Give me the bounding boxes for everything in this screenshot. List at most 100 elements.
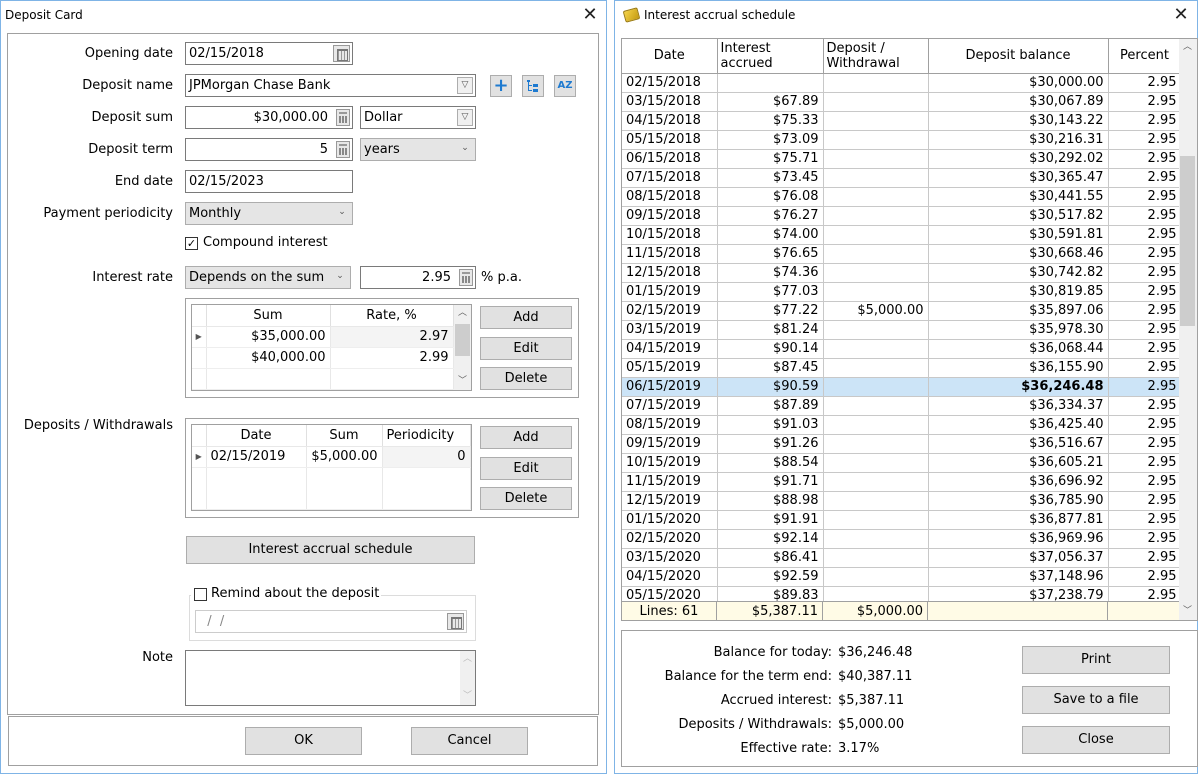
deposit-term-input[interactable]: 5 bbox=[185, 138, 353, 161]
currency-select[interactable]: Dollar ▽ bbox=[360, 106, 476, 129]
date-cell[interactable]: 03/15/2020 bbox=[622, 548, 718, 568]
interest-cell[interactable]: $74.00 bbox=[717, 225, 824, 245]
percent-cell[interactable]: 2.95 bbox=[1108, 206, 1182, 226]
cancel-button[interactable]: Cancel bbox=[411, 727, 528, 755]
date-cell[interactable]: 06/15/2019 bbox=[622, 377, 718, 397]
table-row[interactable]: 02/15/2018 $30,000.00 2.95 bbox=[622, 73, 1182, 93]
note-scrollbar[interactable]: ︿ ﹀ bbox=[460, 651, 475, 705]
calculator-icon[interactable] bbox=[336, 109, 350, 126]
interest-cell[interactable]: $75.33 bbox=[717, 111, 824, 131]
add-deposit-name-button[interactable]: + bbox=[490, 75, 512, 97]
table-row[interactable]: 03/15/2020 $86.41 $37,056.37 2.95 bbox=[622, 548, 1182, 568]
interest-cell[interactable] bbox=[717, 73, 824, 93]
date-cell[interactable]: 08/15/2019 bbox=[622, 415, 718, 435]
schedule-scrollbar[interactable]: ︿ ﹀ bbox=[1179, 39, 1197, 620]
dw-sum-cell[interactable]: $5,000.00 bbox=[306, 446, 383, 468]
percent-cell[interactable]: 2.95 bbox=[1108, 282, 1182, 302]
table-row[interactable]: $40,000.00 2.99 bbox=[192, 347, 454, 369]
balance-cell[interactable]: $36,696.92 bbox=[928, 472, 1109, 492]
print-button[interactable]: Print bbox=[1022, 646, 1170, 674]
rate-sum-cell[interactable]: $35,000.00 bbox=[206, 326, 331, 348]
interest-cell[interactable]: $81.24 bbox=[717, 320, 824, 340]
deposit-withdrawal-cell[interactable] bbox=[823, 168, 929, 188]
table-row[interactable]: ▶ $35,000.00 2.97 bbox=[192, 326, 454, 348]
scroll-down-icon[interactable]: ﹀ bbox=[460, 688, 475, 705]
percent-cell[interactable]: 2.95 bbox=[1108, 149, 1182, 169]
interest-cell[interactable]: $91.71 bbox=[717, 472, 824, 492]
deposit-withdrawal-cell[interactable] bbox=[823, 377, 929, 397]
table-row[interactable]: 12/15/2019 $88.98 $36,785.90 2.95 bbox=[622, 491, 1182, 511]
percent-cell[interactable]: 2.95 bbox=[1108, 529, 1182, 549]
percent-cell[interactable]: 2.95 bbox=[1108, 453, 1182, 473]
column-header-balance[interactable]: Deposit balance bbox=[928, 39, 1109, 74]
rate-add-button[interactable]: Add bbox=[480, 306, 572, 329]
percent-cell[interactable]: 2.95 bbox=[1108, 377, 1182, 397]
close-button[interactable]: Close bbox=[1022, 726, 1170, 754]
balance-cell[interactable]: $36,516.67 bbox=[928, 434, 1109, 454]
deposit-withdrawal-cell[interactable] bbox=[823, 396, 929, 416]
table-row[interactable]: 01/15/2020 $91.91 $36,877.81 2.95 bbox=[622, 510, 1182, 530]
table-row[interactable]: 11/15/2018 $76.65 $30,668.46 2.95 bbox=[622, 244, 1182, 264]
balance-cell[interactable]: $36,068.44 bbox=[928, 339, 1109, 359]
date-cell[interactable]: 02/15/2020 bbox=[622, 529, 718, 549]
interest-cell[interactable]: $88.54 bbox=[717, 453, 824, 473]
chevron-down-icon[interactable]: ⌄ bbox=[457, 141, 473, 158]
calculator-icon[interactable] bbox=[336, 141, 350, 158]
percent-cell[interactable]: 2.95 bbox=[1108, 225, 1182, 245]
balance-cell[interactable]: $36,155.90 bbox=[928, 358, 1109, 378]
date-cell[interactable]: 12/15/2018 bbox=[622, 263, 718, 283]
balance-cell[interactable]: $36,425.40 bbox=[928, 415, 1109, 435]
chevron-down-icon[interactable]: ⌄ bbox=[334, 205, 350, 222]
close-icon[interactable]: ✕ bbox=[580, 5, 600, 25]
deposit-withdrawal-cell[interactable] bbox=[823, 263, 929, 283]
percent-cell[interactable]: 2.95 bbox=[1108, 301, 1182, 321]
balance-cell[interactable]: $30,143.22 bbox=[928, 111, 1109, 131]
interest-cell[interactable]: $90.14 bbox=[717, 339, 824, 359]
interest-cell[interactable]: $75.71 bbox=[717, 149, 824, 169]
chevron-down-icon[interactable]: ⌄ bbox=[332, 269, 348, 286]
balance-cell[interactable]: $30,067.89 bbox=[928, 92, 1109, 112]
interest-cell[interactable]: $74.36 bbox=[717, 263, 824, 283]
table-row[interactable]: 06/15/2018 $75.71 $30,292.02 2.95 bbox=[622, 149, 1182, 169]
table-row[interactable]: 01/15/2019 $77.03 $30,819.85 2.95 bbox=[622, 282, 1182, 302]
column-header[interactable]: Sum bbox=[206, 305, 331, 327]
balance-cell[interactable]: $37,056.37 bbox=[928, 548, 1109, 568]
date-cell[interactable]: 11/15/2018 bbox=[622, 244, 718, 264]
table-row[interactable]: 09/15/2019 $91.26 $36,516.67 2.95 bbox=[622, 434, 1182, 454]
table-row[interactable]: 07/15/2019 $87.89 $36,334.37 2.95 bbox=[622, 396, 1182, 416]
dw-periodicity-cell[interactable]: 0 bbox=[382, 446, 471, 468]
deposit-withdrawal-cell[interactable] bbox=[823, 130, 929, 150]
rate-table-scrollbar[interactable]: ︿ ﹀ bbox=[454, 305, 471, 390]
deposit-withdrawal-cell[interactable] bbox=[823, 529, 929, 549]
rate-edit-button[interactable]: Edit bbox=[480, 337, 572, 360]
column-header-deposit-withdrawal[interactable]: Deposit / Withdrawal bbox=[823, 39, 929, 74]
table-row[interactable]: 04/15/2018 $75.33 $30,143.22 2.95 bbox=[622, 111, 1182, 131]
dw-delete-button[interactable]: Delete bbox=[480, 487, 572, 510]
calendar-icon[interactable] bbox=[447, 613, 464, 630]
date-cell[interactable]: 12/15/2019 bbox=[622, 491, 718, 511]
deposit-withdrawal-cell[interactable] bbox=[823, 339, 929, 359]
deposits-withdrawals-table[interactable]: Date Sum Periodicity ▶ 02/15/2019 $5,000… bbox=[191, 424, 472, 511]
deposit-withdrawal-cell[interactable] bbox=[823, 73, 929, 93]
compound-interest-checkbox[interactable]: ✓ bbox=[185, 237, 198, 250]
balance-cell[interactable]: $36,785.90 bbox=[928, 491, 1109, 511]
date-cell[interactable]: 09/15/2019 bbox=[622, 434, 718, 454]
column-header[interactable]: Rate, % bbox=[330, 305, 454, 327]
interest-cell[interactable]: $92.14 bbox=[717, 529, 824, 549]
interest-cell[interactable]: $73.45 bbox=[717, 168, 824, 188]
table-row[interactable]: 04/15/2020 $92.59 $37,148.96 2.95 bbox=[622, 567, 1182, 587]
rate-sum-cell[interactable]: $40,000.00 bbox=[206, 347, 331, 369]
deposit-withdrawal-cell[interactable] bbox=[823, 111, 929, 131]
table-row[interactable]: ▶ 02/15/2019 $5,000.00 0 bbox=[192, 446, 471, 468]
interest-cell[interactable]: $87.89 bbox=[717, 396, 824, 416]
percent-cell[interactable]: 2.95 bbox=[1108, 358, 1182, 378]
interest-cell[interactable]: $91.26 bbox=[717, 434, 824, 454]
dw-edit-button[interactable]: Edit bbox=[480, 457, 572, 480]
column-header[interactable]: Sum bbox=[306, 425, 383, 447]
table-row[interactable]: 07/15/2018 $73.45 $30,365.47 2.95 bbox=[622, 168, 1182, 188]
balance-cell[interactable]: $36,969.96 bbox=[928, 529, 1109, 549]
interest-cell[interactable]: $77.03 bbox=[717, 282, 824, 302]
percent-cell[interactable]: 2.95 bbox=[1108, 434, 1182, 454]
balance-cell[interactable]: $36,246.48 bbox=[928, 377, 1109, 397]
deposit-withdrawal-cell[interactable] bbox=[823, 415, 929, 435]
